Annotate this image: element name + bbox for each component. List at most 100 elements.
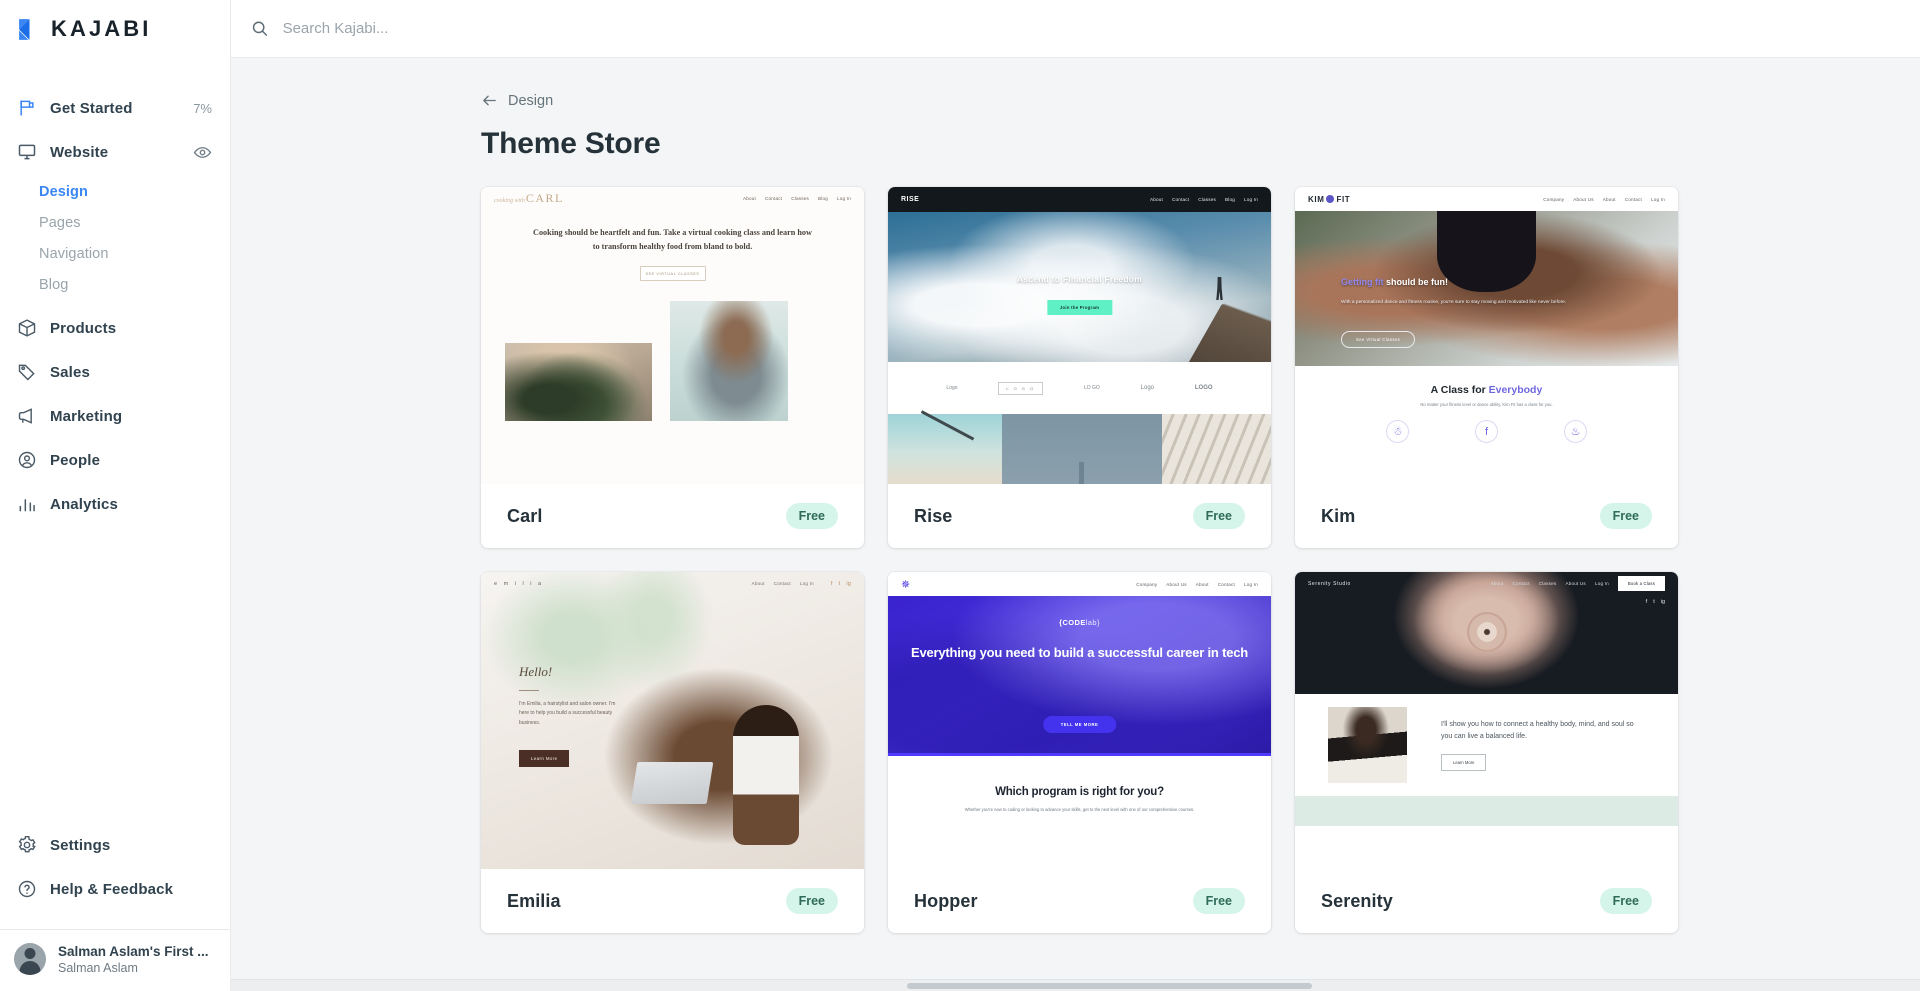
bar-chart-icon xyxy=(19,499,35,512)
status-badge: Free xyxy=(1599,503,1652,529)
preview-hero: Getting fit should be fun! With a person… xyxy=(1295,211,1678,366)
dance-icon: ☃ xyxy=(1386,420,1409,443)
preview-footer-band xyxy=(1295,796,1678,826)
search-input[interactable] xyxy=(282,20,671,37)
theme-name: Kim xyxy=(1321,505,1356,526)
preview-portrait-shape xyxy=(1328,707,1407,783)
account-meta: Salman Aslam's First ... Salman Aslam xyxy=(58,944,209,975)
horizontal-scrollbar[interactable] xyxy=(231,979,1920,991)
app-root: KAJABI Get Started 7% Website Design Pag… xyxy=(0,0,1920,991)
sidebar-item-sales[interactable]: Sales xyxy=(0,350,230,394)
facebook-icon: f xyxy=(1645,599,1648,605)
twitter-icon: t xyxy=(1653,599,1655,605)
brand-name: KAJABI xyxy=(51,16,152,41)
preview-flower-shape xyxy=(1466,612,1507,653)
sidebar-item-marketing[interactable]: Marketing xyxy=(0,394,230,438)
theme-card-kim[interactable]: KIM FIT Company About Us About Contact L… xyxy=(1295,187,1678,548)
account-user-name: Salman Aslam xyxy=(58,960,138,975)
preview-image-row xyxy=(888,414,1271,484)
eye-icon[interactable] xyxy=(193,143,212,162)
sidebar-item-label: Analytics xyxy=(50,495,119,513)
theme-card-rise[interactable]: RISE About Contact Classes Blog Log In A… xyxy=(888,187,1271,548)
status-badge: Free xyxy=(785,888,838,914)
breadcrumb[interactable]: Design xyxy=(481,92,553,109)
sidebar-item-pages[interactable]: Pages xyxy=(0,207,230,238)
question-circle-icon xyxy=(18,880,36,898)
theme-name: Emilia xyxy=(507,890,561,911)
sidebar-item-label: Marketing xyxy=(50,407,123,425)
sidebar-item-label: Sales xyxy=(50,363,90,381)
preview-logo: e m i l i a xyxy=(494,580,544,587)
theme-card-serenity[interactable]: Serenity Studio About Contact Classes Ab… xyxy=(1295,572,1678,933)
preview-body-wrap: I'll show you how to connect a healthy b… xyxy=(1441,719,1645,771)
theme-preview-emilia: e m i l i a About Contact Log In f t ig … xyxy=(481,572,864,869)
sidebar-item-navigation[interactable]: Navigation xyxy=(0,238,230,269)
social-icons: f t ig xyxy=(831,581,851,587)
sidebar-item-analytics[interactable]: Analytics xyxy=(0,482,230,526)
theme-card-emilia[interactable]: e m i l i a About Contact Log In f t ig … xyxy=(481,572,864,933)
twitter-icon: t xyxy=(838,580,841,587)
sidebar-item-help-feedback[interactable]: Help & Feedback xyxy=(0,867,230,911)
preview-laptop-shape xyxy=(630,761,714,804)
sidebar-item-design[interactable]: Design xyxy=(0,176,230,207)
preview-subhead: With a personalized dance and fitness ro… xyxy=(1341,300,1567,305)
sidebar-item-people[interactable]: People xyxy=(0,438,230,482)
sidebar-item-settings[interactable]: Settings xyxy=(0,823,230,867)
sidebar-item-label: Website xyxy=(50,143,109,161)
search-bar[interactable] xyxy=(251,19,671,38)
preview-cta: Join the Program xyxy=(1046,300,1113,315)
preview-headline: Hello! xyxy=(519,664,553,679)
facebook-icon: f xyxy=(830,580,833,587)
theme-preview-kim: KIM FIT Company About Us About Contact L… xyxy=(1295,187,1678,484)
brand-logo[interactable]: KAJABI xyxy=(0,0,230,58)
sidebar: KAJABI Get Started 7% Website Design Pag… xyxy=(0,0,231,991)
preview-image-tower xyxy=(1002,414,1162,484)
preview-brand: {CODElab} xyxy=(1059,618,1100,627)
preview-section: A Class for Everybody No matter your fit… xyxy=(1295,366,1678,443)
sidebar-item-products[interactable]: Products xyxy=(0,306,230,350)
theme-card-footer: Carl Free xyxy=(481,484,864,548)
preview-headline: Getting fit should be fun! xyxy=(1341,277,1448,287)
person-circle-icon xyxy=(18,451,36,469)
facebook-icon: f xyxy=(1475,420,1498,443)
preview-cta: Learn More xyxy=(1441,753,1487,771)
theme-grid: cooking withCARL About Contact Classes B… xyxy=(481,187,1920,933)
sidebar-secondary-nav: Settings Help & Feedback xyxy=(0,823,230,921)
theme-card-hopper[interactable]: ✵ Company About Us About Contact Log In xyxy=(888,572,1271,933)
account-switcher[interactable]: Salman Aslam's First ... Salman Aslam xyxy=(0,930,230,991)
megaphone-icon xyxy=(18,408,32,424)
preview-image-stairs xyxy=(1161,414,1271,484)
status-badge: Free xyxy=(1192,888,1245,914)
preview-hero: Ascend to Financial Freedom Join the Pro… xyxy=(888,212,1271,362)
sidebar-item-blog[interactable]: Blog xyxy=(0,269,230,300)
preview-body: I'll show you how to connect a healthy b… xyxy=(1441,721,1634,740)
preview-logo: KIM FIT xyxy=(1308,194,1351,204)
preview-headline: Ascend to Financial Freedom xyxy=(1017,274,1142,284)
status-badge: Free xyxy=(1192,503,1245,529)
preview-image-crane xyxy=(888,414,1003,484)
kajabi-logo-icon xyxy=(19,18,30,40)
scrollbar-thumb[interactable] xyxy=(906,983,1312,989)
preview-logo: cooking withCARL xyxy=(494,191,564,205)
preview-nav: Company About Us About Contact Log In xyxy=(1136,581,1258,587)
social-icons: f t ig xyxy=(1646,599,1665,605)
account-site-name: Salman Aslam's First ... xyxy=(58,943,209,959)
sidebar-primary-nav: Get Started 7% Website Design Pages Navi… xyxy=(0,58,230,526)
preview-logo-strip: Logo L O G O LO GO Logo LOGO xyxy=(888,362,1271,414)
flag-icon xyxy=(20,100,34,116)
theme-card-footer: Rise Free xyxy=(888,484,1271,548)
preview-section-title: A Class for Everybody xyxy=(1430,384,1543,396)
preview-person-shape xyxy=(1436,211,1537,292)
preview-logo: RISE xyxy=(901,196,920,203)
theme-card-footer: Serenity Free xyxy=(1295,869,1678,933)
sidebar-item-get-started[interactable]: Get Started 7% xyxy=(0,86,230,130)
sidebar-item-website[interactable]: Website xyxy=(0,130,230,174)
theme-card-footer: Kim Free xyxy=(1295,484,1678,548)
theme-name: Rise xyxy=(914,505,953,526)
theme-card-carl[interactable]: cooking withCARL About Contact Classes B… xyxy=(481,187,864,548)
hopper-star-icon: ✵ xyxy=(901,578,911,591)
preview-nav: About Contact Classes Blog Log In xyxy=(743,196,851,201)
preview-cta-top: Book a Class xyxy=(1617,576,1665,591)
preview-divider xyxy=(519,690,539,691)
